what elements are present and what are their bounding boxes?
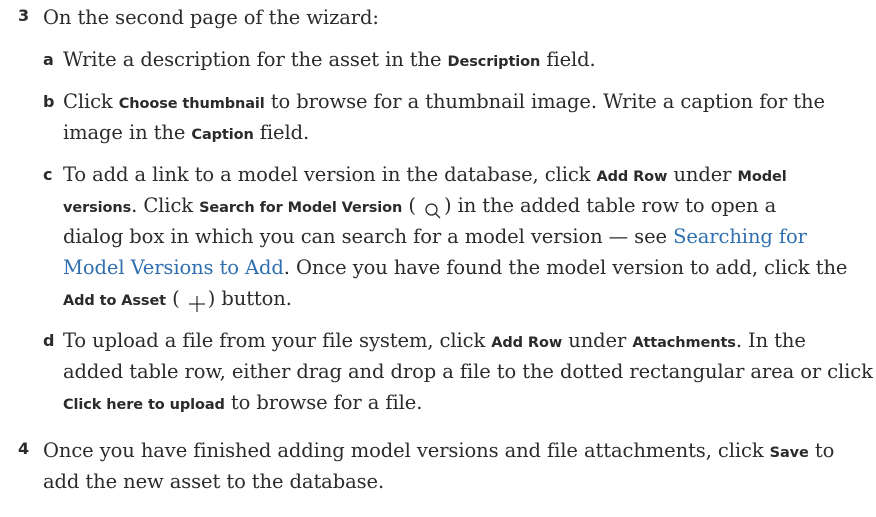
text-run: . In the [735, 329, 806, 352]
step-4-line-1: Once you have finished adding model vers… [43, 435, 834, 469]
substep-d-line-3: Click here to upload to browse for a fil… [63, 387, 422, 421]
text-run: Once you have finished adding model vers… [43, 439, 770, 462]
text-run: ) button. [207, 287, 292, 310]
plus-icon [188, 291, 206, 312]
text-run: ) in the added table row to open a [443, 194, 777, 217]
ui-term-choose-thumbnail: Choose thumbnail [118, 96, 265, 112]
ui-term-add-row: Add Row [491, 335, 563, 351]
substep-c-line-1: To add a link to a model version in the … [63, 159, 787, 193]
text-run: under [667, 163, 738, 186]
substep-b-line-2: image in the Caption field. [63, 117, 309, 151]
search-icon [424, 198, 442, 218]
text-run: to browse for a thumbnail image. Write a… [264, 90, 825, 113]
ui-term-add-row: Add Row [596, 169, 668, 185]
text-run: ( [402, 194, 416, 217]
ui-term-search-for-model-version: Search for Model Version [199, 200, 403, 216]
substep-letter: d [43, 331, 55, 350]
text-run: field. [540, 48, 596, 71]
ui-term-attachments: Attachments [632, 335, 736, 351]
text-run: field. [253, 121, 310, 144]
document-page: 3 On the second page of the wizard: a Wr… [0, 0, 876, 517]
step-3-text: On the second page of the wizard: [43, 6, 379, 29]
ui-term-click-here-to-upload: Click here to upload [63, 397, 225, 413]
ui-term-versions: versions [63, 200, 132, 216]
substep-d-line-2: added table row, either drag and drop a … [63, 356, 873, 387]
substep-c-line-4: Model Versions to Add. Once you have fou… [63, 252, 847, 283]
substep-c-line-5: Add to Asset ( ) button. [63, 283, 292, 317]
step-4-line-2: add the new asset to the database. [43, 466, 384, 497]
substep-letter: a [43, 50, 54, 69]
text-run: . Click [131, 194, 200, 217]
ui-term-description: Description [447, 54, 541, 70]
substep-b-line-1: Click Choose thumbnail to browse for a t… [63, 86, 825, 120]
substep-c-line-3: dialog box in which you can search for a… [63, 221, 807, 252]
ui-term-add-to-asset: Add to Asset [63, 293, 167, 309]
text-run: added table row, either drag and drop a … [63, 360, 873, 383]
text-run: under [562, 329, 633, 352]
ui-term-save: Save [769, 445, 809, 461]
text-run: . Once you have found the model version … [283, 256, 848, 279]
searching-for-model-versions-link[interactable]: Searching for [673, 225, 807, 248]
step-number: 3 [18, 6, 30, 25]
substep-letter: b [43, 92, 55, 111]
text-run: add the new asset to the database. [43, 470, 385, 493]
step-number: 4 [18, 439, 30, 458]
text-run: to [808, 439, 835, 462]
substep-c-line-2: versions. Click Search for Model Version… [63, 190, 776, 224]
searching-for-model-versions-link-cont[interactable]: Model Versions to Add [63, 256, 284, 279]
text-run: to browse for a file. [224, 391, 423, 414]
text-run: Write a description for the asset in the [63, 48, 448, 71]
substep-d-line-1: To upload a file from your file system, … [63, 325, 806, 359]
substep-a-line-1: Write a description for the asset in the… [63, 44, 596, 78]
text-run: Click [63, 90, 119, 113]
ui-term-caption: Caption [191, 127, 254, 143]
text-run: dialog box in which you can search for a… [63, 225, 674, 248]
text-run: To upload a file from your file system, … [63, 329, 492, 352]
substep-letter: c [43, 165, 53, 184]
ui-term-model: Model [737, 169, 787, 185]
text-run: ( [166, 287, 180, 310]
text-run: image in the [63, 121, 192, 144]
text-run: To add a link to a model version in the … [63, 163, 597, 186]
